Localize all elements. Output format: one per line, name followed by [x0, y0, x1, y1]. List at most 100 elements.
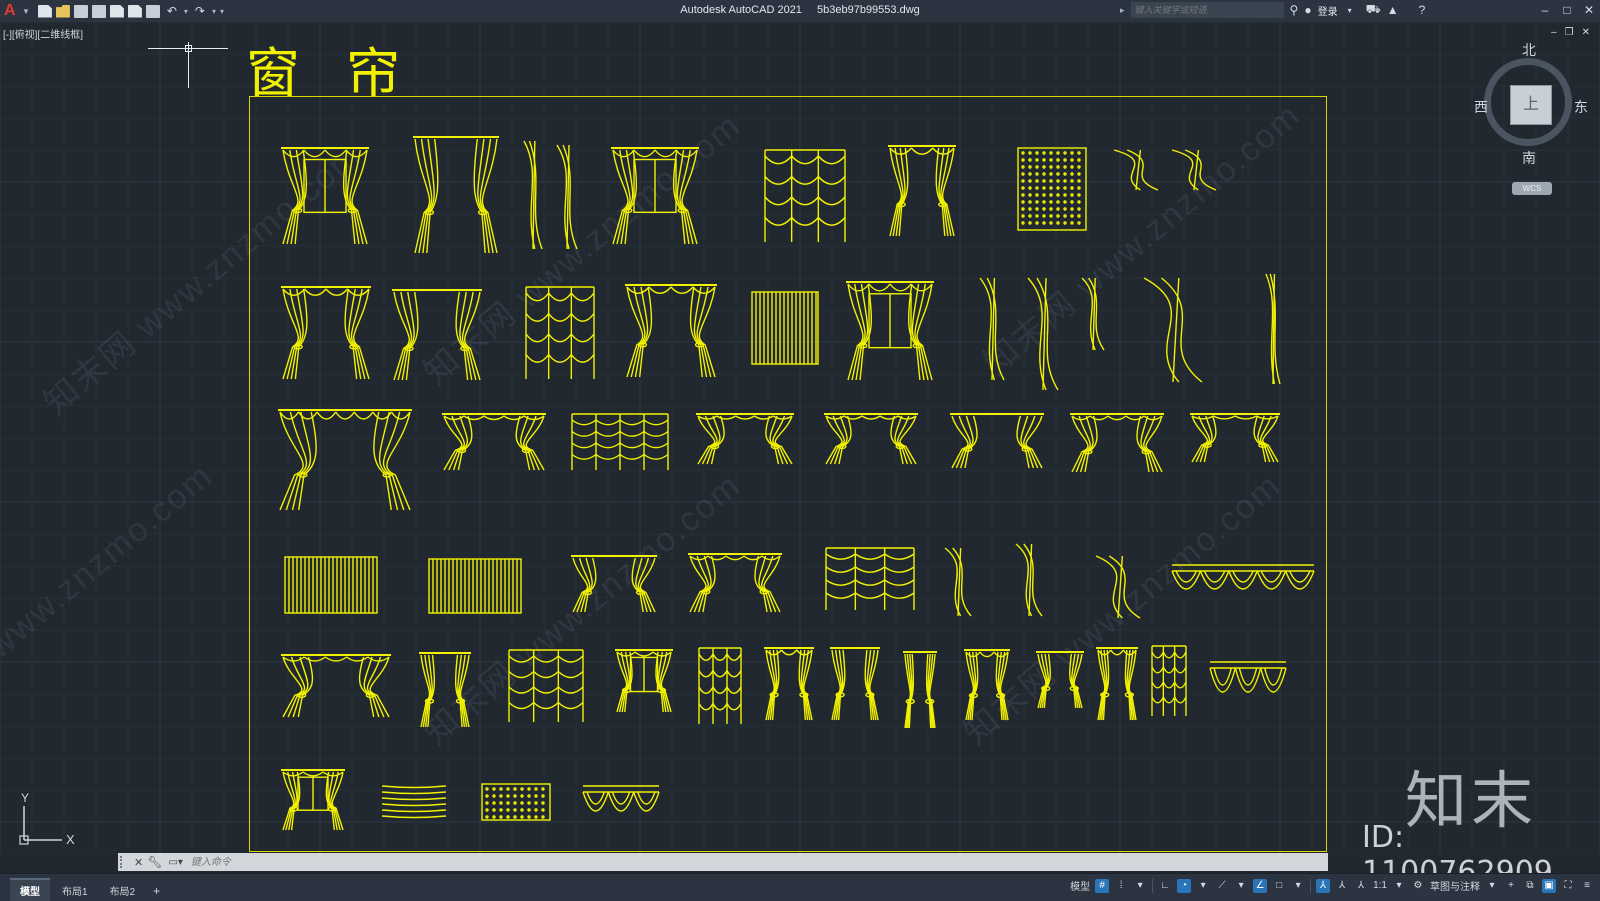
ucs-y-label: Y: [21, 792, 29, 805]
viewcube[interactable]: 上 北 南 西 东: [1470, 40, 1590, 180]
scale-caret-icon[interactable]: ▾: [1392, 879, 1406, 893]
compass-north[interactable]: 北: [1522, 40, 1536, 60]
open-icon[interactable]: [55, 4, 70, 18]
curtain-block: [571, 413, 669, 470]
search-input[interactable]: [1130, 2, 1284, 18]
help-icon[interactable]: ?: [1419, 3, 1426, 17]
user-icon[interactable]: ●: [1304, 3, 1311, 17]
compass-east[interactable]: 东: [1574, 97, 1588, 117]
curtain-block: [556, 144, 578, 250]
window-controls: – □ ✕: [1534, 0, 1600, 20]
ucs-icon: Y X: [19, 792, 75, 847]
annotation-scale-icon[interactable]: ⅄: [1354, 879, 1368, 893]
status-bar: 模型 布局1 布局2 + 模型 # ⁞ ▾ ∟ ◔ ▾ ⟋ ▾ ∠ □ ▾ ⅄ …: [0, 873, 1600, 901]
workspace-switch[interactable]: 草图与注释: [1430, 878, 1480, 893]
command-line-grip[interactable]: [120, 856, 130, 868]
share-icon[interactable]: [127, 4, 142, 18]
minimize-icon[interactable]: –: [1534, 0, 1556, 20]
autoscale-icon[interactable]: ⅄: [1335, 879, 1349, 893]
curtain-block: [625, 284, 717, 378]
isodraft-caret-icon[interactable]: ▾: [1234, 879, 1248, 893]
curtain-block: [1113, 149, 1159, 191]
curtain-block: [825, 547, 915, 610]
command-history-icon[interactable]: ▭▾: [168, 857, 182, 868]
drawing-area[interactable]: 知末网 www.znzmo.com 知末网 www.znzmo.com 知末网 …: [0, 22, 1600, 890]
grid-icon[interactable]: #: [1095, 878, 1110, 893]
a360-icon[interactable]: ▲: [1387, 3, 1399, 17]
doc-restore-icon[interactable]: ❐: [1565, 27, 1574, 38]
wcs-menu-button[interactable]: WCS: [1512, 182, 1552, 195]
gear-icon[interactable]: ⚙: [1411, 879, 1425, 893]
tab-layout1[interactable]: 布局1: [52, 880, 98, 901]
isolate-icon[interactable]: ⧉: [1523, 879, 1537, 893]
undo-caret-icon[interactable]: ▾: [184, 7, 188, 16]
wrench-icon[interactable]: 🔧︎: [147, 855, 162, 869]
snap-caret-icon[interactable]: ▾: [1133, 879, 1147, 893]
new-icon[interactable]: [37, 4, 52, 18]
undo-icon[interactable]: ↶: [164, 4, 180, 18]
curtain-block: [481, 783, 551, 821]
close-icon[interactable]: ✕: [1578, 0, 1600, 20]
dropdown-caret-icon[interactable]: ▾: [1348, 6, 1352, 15]
curtain-block: [688, 553, 782, 613]
osnap-caret-icon[interactable]: ▾: [1291, 879, 1305, 893]
curtain-block: [1151, 645, 1187, 716]
curtain-block: [950, 413, 1044, 469]
workspace-caret-icon[interactable]: ▾: [1485, 879, 1499, 893]
expand-arrow-icon[interactable]: ▸: [1120, 5, 1125, 16]
command-line: ✕ 🔧︎ ▭▾: [118, 853, 1328, 871]
curtain-block: [1096, 647, 1138, 721]
saveas-icon[interactable]: [91, 4, 106, 18]
add-layout-icon[interactable]: +: [147, 881, 166, 901]
cart-icon[interactable]: ⛟: [1366, 2, 1381, 18]
curtain-block: [1036, 651, 1084, 709]
annotation-visibility-icon[interactable]: ⅄: [1316, 878, 1331, 893]
redo-caret-icon[interactable]: ▾: [212, 7, 216, 16]
close-icon[interactable]: ✕: [134, 856, 143, 869]
polar-caret-icon[interactable]: ▾: [1196, 879, 1210, 893]
maximize-icon[interactable]: □: [1556, 0, 1578, 20]
compass-south[interactable]: 南: [1522, 148, 1536, 168]
annotation-scale-value[interactable]: 1:1: [1373, 880, 1387, 891]
doc-close-icon[interactable]: ✕: [1582, 27, 1590, 38]
login-link[interactable]: 登录: [1318, 3, 1338, 18]
search-area: ▸ ⚲ ● 登录 ▾ ⛟ ▲ ?: [1120, 2, 1425, 18]
curtain-block: [944, 547, 972, 617]
snap-icon[interactable]: ⁞: [1114, 879, 1128, 893]
model-space-toggle[interactable]: 模型: [1070, 878, 1090, 893]
polar-icon[interactable]: ◔: [1177, 878, 1192, 893]
plot-icon[interactable]: [145, 4, 160, 18]
save-icon[interactable]: [73, 4, 88, 18]
hardware-accel-icon[interactable]: ▣: [1542, 878, 1556, 893]
curtain-block: [419, 652, 471, 728]
doc-minimize-icon[interactable]: –: [1551, 27, 1557, 38]
tab-layout2[interactable]: 布局2: [100, 880, 146, 901]
search-icon[interactable]: ⚲: [1290, 3, 1299, 17]
curtain-block: [523, 140, 543, 250]
curtain-block: [888, 145, 956, 237]
curtain-block: [824, 413, 918, 465]
customize-qat-icon[interactable]: ▾: [220, 7, 224, 16]
otrack-icon[interactable]: ∠: [1253, 878, 1268, 893]
plus-icon[interactable]: +: [1504, 879, 1518, 893]
document-window-controls: – ❐ ✕: [1551, 27, 1590, 38]
command-input[interactable]: [188, 854, 1328, 870]
tab-model[interactable]: 模型: [10, 878, 50, 901]
application-icon[interactable]: A: [4, 2, 18, 20]
fullscreen-icon[interactable]: ⛶: [1561, 879, 1575, 893]
publish-icon[interactable]: [109, 4, 124, 18]
viewcube-top-face[interactable]: 上: [1510, 85, 1552, 125]
compass-west[interactable]: 西: [1474, 97, 1488, 117]
curtain-block: [525, 286, 595, 379]
curtain-block: [1171, 149, 1217, 191]
isodraft-icon[interactable]: ⟋: [1215, 879, 1229, 893]
curtain-block: [1070, 413, 1164, 473]
ortho-icon[interactable]: ∟: [1158, 879, 1172, 893]
osnap-icon[interactable]: □: [1272, 879, 1286, 893]
status-toggles: 模型 # ⁞ ▾ ∟ ◔ ▾ ⟋ ▾ ∠ □ ▾ ⅄ ⅄ ⅄ 1:1 ▾ ⚙ 草…: [1070, 878, 1594, 893]
curtain-block: [696, 413, 794, 465]
application-menu-caret-icon[interactable]: ▼: [22, 7, 30, 16]
redo-icon[interactable]: ↷: [192, 4, 208, 18]
customize-icon[interactable]: ≡: [1580, 879, 1594, 893]
curtain-block: [428, 558, 522, 614]
